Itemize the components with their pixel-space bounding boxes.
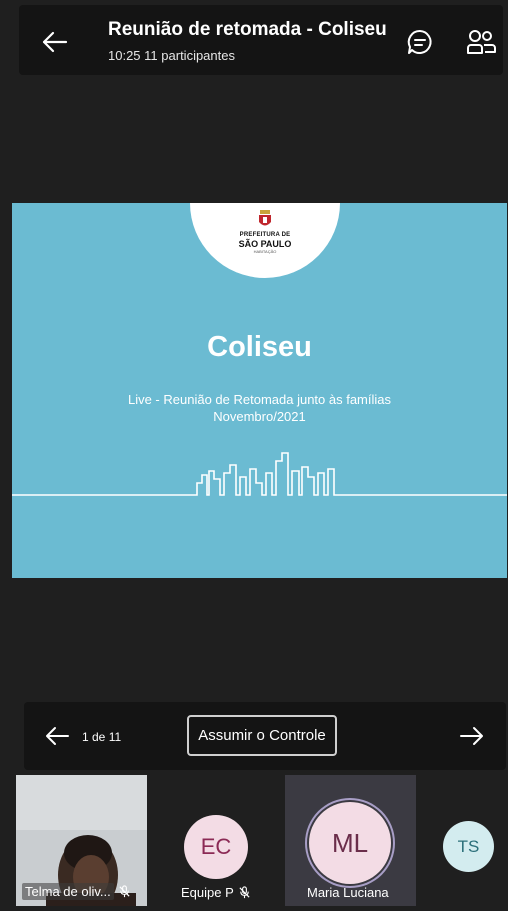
previous-slide-icon[interactable] xyxy=(44,725,70,747)
slide-title: Coliseu xyxy=(207,331,312,363)
meeting-title: Reunião de retomada - Coliseu xyxy=(108,19,387,40)
participant-tile-active-speaker[interactable]: ML Maria Luciana xyxy=(285,775,416,906)
coat-of-arms-icon xyxy=(259,210,271,226)
participant-name: Telma de oliv... xyxy=(22,883,114,900)
back-arrow-icon[interactable] xyxy=(39,27,69,57)
participant-avatar: EC xyxy=(184,815,248,879)
participant-name: Equipe P xyxy=(181,885,234,900)
next-slide-icon[interactable] xyxy=(459,725,485,747)
take-control-button[interactable]: Assumir o Controle xyxy=(187,715,337,756)
prefeitura-logo: PREFEITURA DE SÃO PAULO HABITAÇÃO xyxy=(190,210,340,255)
meeting-subtitle: 10:25 11 participantes xyxy=(108,48,235,63)
chat-icon[interactable] xyxy=(405,27,435,57)
participant-name-label: Maria Luciana xyxy=(307,885,389,900)
slide-date: Novembro/2021 xyxy=(213,409,306,424)
slide-subtitle: Live - Reunião de Retomada junto às famí… xyxy=(127,392,392,407)
participant-tile-video[interactable]: Telma de oliv... xyxy=(16,775,147,906)
participant-avatar: ML xyxy=(309,802,391,884)
participant-avatar: TS xyxy=(443,821,494,872)
logo-disc: PREFEITURA DE SÃO PAULO HABITAÇÃO xyxy=(190,203,340,278)
participant-count: 11 participantes xyxy=(144,48,235,63)
city-skyline-illustration xyxy=(12,452,507,496)
participant-name-label: Telma de oliv... xyxy=(22,883,131,900)
participant-name-label: Equipe P xyxy=(181,885,251,900)
people-icon[interactable] xyxy=(465,27,497,57)
meeting-time: 10:25 xyxy=(108,48,141,63)
mic-off-icon xyxy=(239,886,250,899)
logo-text-prefeitura: PREFEITURA DE xyxy=(239,232,291,238)
participant-tile[interactable]: EC Equipe P xyxy=(147,775,284,906)
participant-name: Maria Luciana xyxy=(307,885,389,900)
presentation-controls: 1 de 11 Assumir o Controle xyxy=(24,702,506,770)
logo-text-sao-paulo: SÃO PAULO xyxy=(238,239,292,249)
participant-tile[interactable]: TS xyxy=(416,775,508,906)
mic-off-icon xyxy=(119,885,130,898)
slide-page-indicator: 1 de 11 xyxy=(82,730,122,744)
meeting-header: Reunião de retomada - Coliseu 10:25 11 p… xyxy=(19,5,503,75)
shared-presentation-slide: PREFEITURA DE SÃO PAULO HABITAÇÃO Colise… xyxy=(12,203,507,578)
logo-text-habitacao: HABITAÇÃO xyxy=(253,249,277,254)
